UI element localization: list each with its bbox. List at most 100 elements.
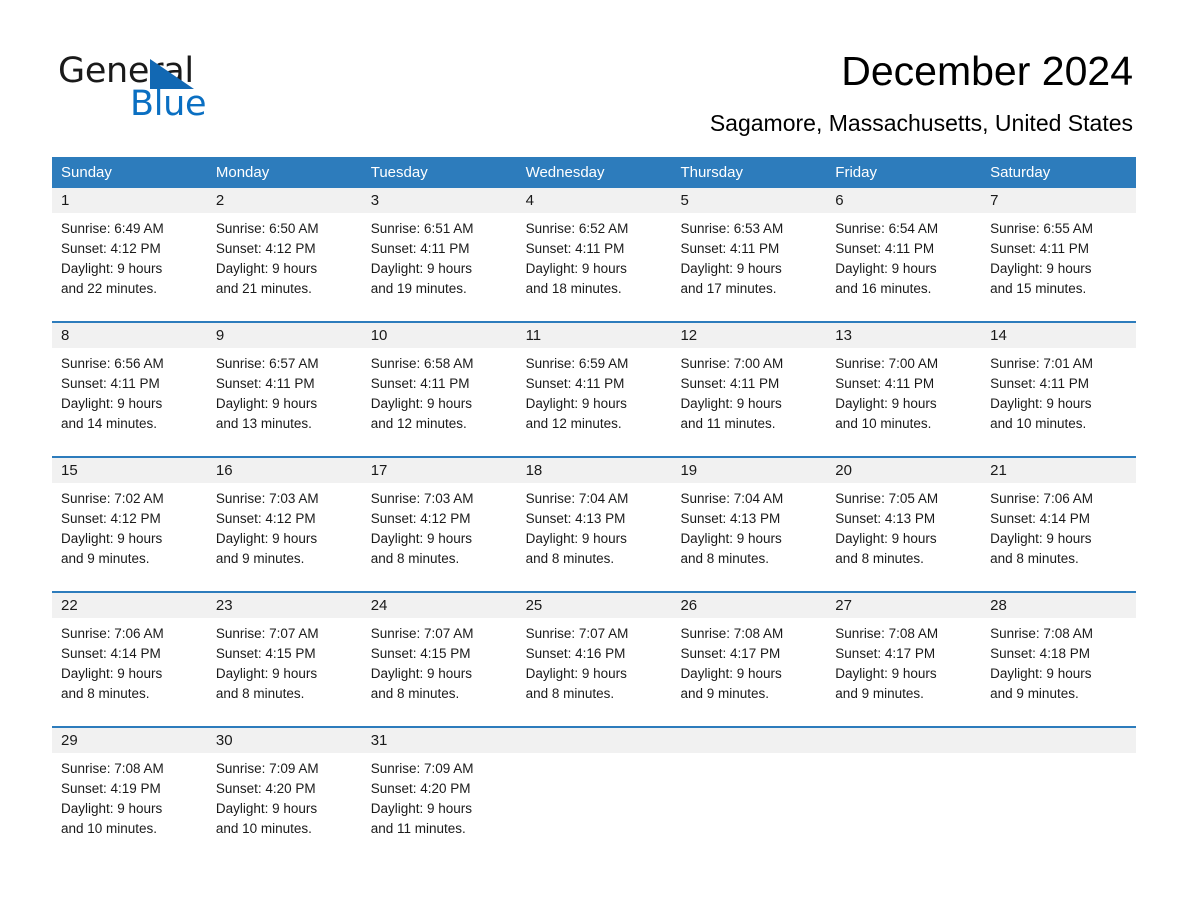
day-detail-line: Daylight: 9 hours [370, 666, 473, 681]
day-number-17[interactable]: 17 [362, 458, 517, 483]
day-cell-16[interactable]: Sunrise: 7:03 AM Sunset: 4:12 PM Daylight:… [207, 483, 362, 591]
day-number-13[interactable]: 13 [826, 323, 981, 348]
day-cell-21[interactable]: Sunrise: 7:06 AM Sunset: 4:14 PM Daylight:… [981, 483, 1136, 591]
day-detail-line: Sunrise: 6:58 AM [370, 356, 474, 371]
day-cell-20[interactable]: Sunrise: 7:05 AM Sunset: 4:13 PM Daylight:… [826, 483, 981, 591]
day-number-23[interactable]: 23 [207, 593, 362, 618]
day-detail-line: and 19 minutes. [370, 281, 467, 296]
day-detail-line: and 10 minutes. [215, 821, 312, 836]
day-cell-2[interactable]: Sunrise: 6:50 AM Sunset: 4:12 PM Daylight:… [207, 213, 362, 321]
day-cell-25[interactable]: Sunrise: 7:07 AM Sunset: 4:16 PM Daylight:… [517, 618, 672, 726]
day-detail-line: Daylight: 9 hours [215, 261, 318, 276]
day-number-19[interactable]: 19 [671, 458, 826, 483]
logo-text-blue: Blue [130, 84, 207, 124]
day-detail-line: Daylight: 9 hours [370, 396, 473, 411]
day-number-28[interactable]: 28 [981, 593, 1136, 618]
day-number-6[interactable]: 6 [826, 188, 981, 213]
day-detail-line: Sunrise: 7:08 AM [835, 626, 939, 641]
day-detail-line: Sunrise: 7:09 AM [370, 761, 474, 776]
day-detail-line: Sunrise: 6:50 AM [215, 221, 319, 236]
day-cell-1[interactable]: Sunrise: 6:49 AM Sunset: 4:12 PM Daylight:… [52, 213, 207, 321]
day-cell-13[interactable]: Sunrise: 7:00 AM Sunset: 4:11 PM Daylight:… [826, 348, 981, 456]
day-cell-9[interactable]: Sunrise: 6:57 AM Sunset: 4:11 PM Daylight:… [207, 348, 362, 456]
day-detail-line: Sunrise: 7:00 AM [680, 356, 784, 371]
day-number-21[interactable]: 21 [981, 458, 1136, 483]
day-cell-29[interactable]: Sunrise: 7:08 AM Sunset: 4:19 PM Daylight:… [52, 753, 207, 861]
day-detail-line: Daylight: 9 hours [835, 396, 937, 411]
day-detail-line: Sunrise: 7:07 AM [525, 626, 629, 641]
day-number-4[interactable]: 4 [517, 188, 672, 213]
day-cell-5[interactable]: Sunrise: 6:53 AM Sunset: 4:11 PM Daylight:… [671, 213, 826, 321]
day-cell-15[interactable]: Sunrise: 7:02 AM Sunset: 4:12 PM Daylight:… [52, 483, 207, 591]
day-cell-14[interactable]: Sunrise: 7:01 AM Sunset: 4:11 PM Daylight:… [981, 348, 1136, 456]
day-number-15[interactable]: 15 [52, 458, 207, 483]
day-detail-line: Sunset: 4:14 PM [61, 646, 161, 661]
day-cell-31[interactable]: Sunrise: 7:09 AM Sunset: 4:20 PM Daylight:… [362, 753, 517, 861]
day-detail-line: Sunset: 4:14 PM [990, 511, 1090, 526]
day-number-9[interactable]: 9 [207, 323, 362, 348]
day-cell-17[interactable]: Sunrise: 7:03 AM Sunset: 4:12 PM Daylight:… [362, 483, 517, 591]
day-number-16[interactable]: 16 [207, 458, 362, 483]
calendar-week-row: 22 23 24 25 26 27 28 Sunrise: 7:06 AM Sunset: 4:… [52, 591, 1136, 726]
weekday-header-thursday: Thursday [680, 164, 743, 181]
day-cell-7[interactable]: Sunrise: 6:55 AM Sunset: 4:11 PM Daylight:… [981, 213, 1136, 321]
day-detail-line: Sunrise: 7:08 AM [680, 626, 784, 641]
day-detail-line: and 8 minutes. [61, 686, 150, 701]
day-number-29[interactable]: 29 [52, 728, 207, 753]
day-number-31[interactable]: 31 [362, 728, 517, 753]
day-number-7[interactable]: 7 [981, 188, 1136, 213]
day-number-18[interactable]: 18 [517, 458, 672, 483]
day-detail-line: Sunset: 4:11 PM [680, 376, 780, 391]
day-number-2[interactable]: 2 [207, 188, 362, 213]
day-number-8[interactable]: 8 [52, 323, 207, 348]
day-cell-18[interactable]: Sunrise: 7:04 AM Sunset: 4:13 PM Daylight:… [517, 483, 672, 591]
day-detail-line: and 15 minutes. [990, 281, 1087, 296]
day-detail-line: Sunrise: 7:04 AM [525, 491, 629, 506]
day-cell-26[interactable]: Sunrise: 7:08 AM Sunset: 4:17 PM Daylight:… [671, 618, 826, 726]
day-cell-12[interactable]: Sunrise: 7:00 AM Sunset: 4:11 PM Daylight:… [671, 348, 826, 456]
day-detail-line: and 11 minutes. [680, 416, 776, 431]
day-cell-27[interactable]: Sunrise: 7:08 AM Sunset: 4:17 PM Daylight:… [826, 618, 981, 726]
day-detail-line: and 9 minutes. [61, 551, 150, 566]
day-detail-line: and 12 minutes. [525, 416, 622, 431]
day-number-30[interactable]: 30 [207, 728, 362, 753]
day-number-24[interactable]: 24 [362, 593, 517, 618]
day-cell-30[interactable]: Sunrise: 7:09 AM Sunset: 4:20 PM Daylight:… [207, 753, 362, 861]
day-detail-line: Sunrise: 7:05 AM [835, 491, 939, 506]
day-cell-empty [981, 753, 1136, 861]
day-detail-line: Sunrise: 7:03 AM [215, 491, 319, 506]
day-detail-line: Sunset: 4:11 PM [835, 376, 935, 391]
day-detail-line: Sunset: 4:11 PM [215, 376, 315, 391]
day-detail-line: Daylight: 9 hours [215, 666, 318, 681]
day-detail-line: and 9 minutes. [990, 686, 1079, 701]
day-number-5[interactable]: 5 [671, 188, 826, 213]
day-number-27[interactable]: 27 [826, 593, 981, 618]
day-number-22[interactable]: 22 [52, 593, 207, 618]
day-cell-28[interactable]: Sunrise: 7:08 AM Sunset: 4:18 PM Daylight:… [981, 618, 1136, 726]
day-cell-23[interactable]: Sunrise: 7:07 AM Sunset: 4:15 PM Daylight:… [207, 618, 362, 726]
day-cell-11[interactable]: Sunrise: 6:59 AM Sunset: 4:11 PM Daylight:… [517, 348, 672, 456]
day-cell-24[interactable]: Sunrise: 7:07 AM Sunset: 4:15 PM Daylight:… [362, 618, 517, 726]
day-cell-8[interactable]: Sunrise: 6:56 AM Sunset: 4:11 PM Daylight:… [52, 348, 207, 456]
day-detail-line: Sunrise: 7:07 AM [215, 626, 319, 641]
day-cell-19[interactable]: Sunrise: 7:04 AM Sunset: 4:13 PM Daylight:… [671, 483, 826, 591]
day-cell-4[interactable]: Sunrise: 6:52 AM Sunset: 4:11 PM Daylight:… [517, 213, 672, 321]
day-cell-22[interactable]: Sunrise: 7:06 AM Sunset: 4:14 PM Daylight:… [52, 618, 207, 726]
day-number-1[interactable]: 1 [52, 188, 207, 213]
day-number-10[interactable]: 10 [362, 323, 517, 348]
day-number-11[interactable]: 11 [517, 323, 672, 348]
calendar-weeks: 1 2 3 4 5 6 7 Sunrise: 6:49 AM Sunset: 4:12 PM Da… [52, 188, 1136, 861]
day-number-25[interactable]: 25 [517, 593, 672, 618]
day-number-26[interactable]: 26 [671, 593, 826, 618]
day-cell-10[interactable]: Sunrise: 6:58 AM Sunset: 4:11 PM Daylight:… [362, 348, 517, 456]
day-number-12[interactable]: 12 [671, 323, 826, 348]
day-detail-line: and 21 minutes. [215, 281, 312, 296]
day-cell-6[interactable]: Sunrise: 6:54 AM Sunset: 4:11 PM Daylight:… [826, 213, 981, 321]
day-number-20[interactable]: 20 [826, 458, 981, 483]
day-detail-line: Sunset: 4:12 PM [215, 511, 316, 526]
day-number-14[interactable]: 14 [981, 323, 1136, 348]
day-number-3[interactable]: 3 [362, 188, 517, 213]
general-blue-logo[interactable]: General Blue [58, 52, 318, 124]
day-cell-3[interactable]: Sunrise: 6:51 AM Sunset: 4:11 PM Daylight:… [362, 213, 517, 321]
day-detail-line: Daylight: 9 hours [680, 261, 782, 276]
